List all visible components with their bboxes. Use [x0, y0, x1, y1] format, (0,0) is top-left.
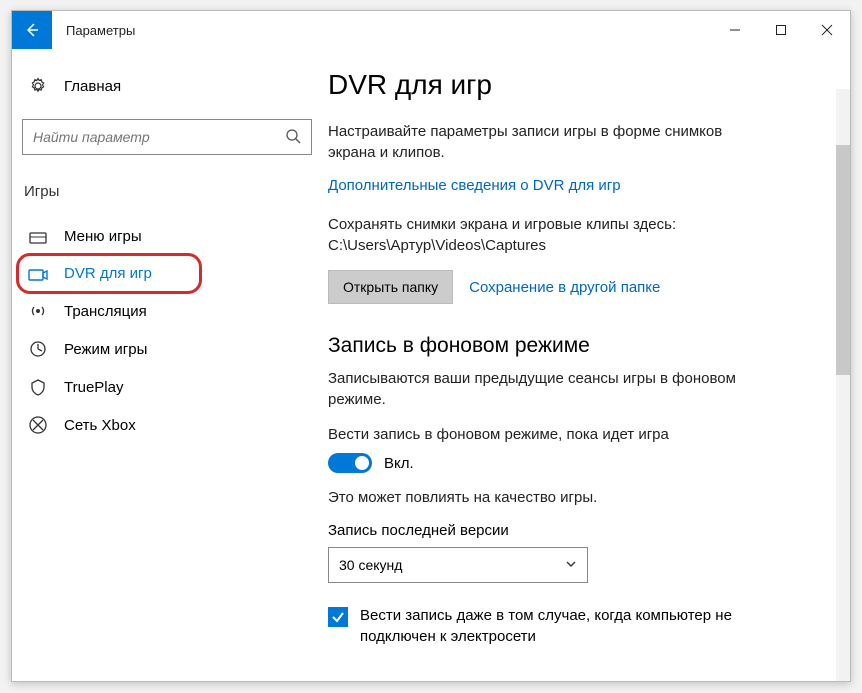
quality-note: Это может повлиять на качество игры. [328, 487, 768, 508]
xbox-icon [28, 416, 48, 434]
gear-icon [28, 77, 48, 95]
sidebar-item-game-bar[interactable]: Меню игры [22, 218, 312, 255]
toggle-knob [355, 456, 369, 470]
content-area: DVR для игр Настраивайте параметры запис… [322, 49, 850, 681]
sidebar-item-label: TruePlay [64, 379, 123, 396]
search-box[interactable] [22, 119, 312, 155]
last-record-label: Запись последней версии [328, 522, 824, 539]
arrow-left-icon [24, 22, 40, 38]
record-on-battery-checkbox[interactable] [328, 607, 348, 627]
game-mode-icon [28, 340, 48, 358]
sidebar-item-game-mode[interactable]: Режим игры [22, 330, 312, 368]
sidebar-item-label: DVR для игр [64, 265, 152, 282]
sidebar-item-broadcasting[interactable]: Трансляция [22, 292, 312, 330]
intro-text: Настраивайте параметры записи игры в фор… [328, 121, 768, 163]
trueplay-icon [28, 378, 48, 396]
last-record-select[interactable]: 30 секунд [328, 547, 588, 583]
scrollbar-thumb[interactable] [836, 145, 850, 375]
sidebar: Главная Игры Меню игры [12, 49, 322, 681]
save-location-text: Сохранять снимки экрана и игровые клипы … [328, 214, 768, 256]
sidebar-item-label: Меню игры [64, 228, 142, 245]
page-title: DVR для игр [328, 69, 824, 101]
minimize-icon [729, 24, 741, 36]
scrollbar[interactable] [836, 89, 850, 681]
background-record-toggle[interactable] [328, 453, 372, 473]
checkbox-label: Вести запись даже в том случае, когда ко… [360, 605, 768, 647]
sidebar-item-label: Режим игры [64, 341, 147, 358]
close-button[interactable] [804, 11, 850, 49]
toggle-field-label: Вести запись в фоновом режиме, пока идет… [328, 424, 768, 445]
window-title: Параметры [66, 23, 135, 38]
close-icon [821, 24, 833, 36]
sidebar-item-game-dvr[interactable]: DVR для игр [22, 255, 312, 292]
window-controls [712, 11, 850, 49]
dvr-icon [28, 266, 48, 282]
broadcast-icon [28, 302, 48, 320]
save-other-folder-link[interactable]: Сохранение в другой папке [469, 279, 660, 296]
background-recording-desc: Записываются ваши предыдущие сеансы игры… [328, 368, 768, 410]
settings-window: Параметры Главная [11, 10, 851, 682]
home-nav[interactable]: Главная [22, 71, 312, 101]
search-input[interactable] [33, 129, 285, 145]
nav-group-title: Игры [22, 183, 312, 200]
sidebar-item-trueplay[interactable]: TruePlay [22, 368, 312, 406]
more-info-link[interactable]: Дополнительные сведения о DVR для игр [328, 177, 621, 194]
maximize-button[interactable] [758, 11, 804, 49]
sidebar-item-label: Трансляция [64, 303, 147, 320]
search-icon [285, 128, 301, 147]
back-button[interactable] [12, 11, 52, 49]
background-recording-title: Запись в фоновом режиме [328, 334, 824, 358]
game-bar-icon [28, 230, 48, 244]
sidebar-item-xbox-networking[interactable]: Сеть Xbox [22, 406, 312, 444]
toggle-state-label: Вкл. [384, 455, 414, 472]
home-label: Главная [64, 78, 121, 95]
open-folder-button[interactable]: Открыть папку [328, 270, 453, 304]
titlebar: Параметры [12, 11, 850, 49]
select-value: 30 секунд [339, 557, 402, 573]
sidebar-item-label: Сеть Xbox [64, 417, 136, 434]
chevron-down-icon [565, 557, 577, 573]
minimize-button[interactable] [712, 11, 758, 49]
check-icon [331, 610, 345, 624]
maximize-icon [775, 24, 787, 36]
